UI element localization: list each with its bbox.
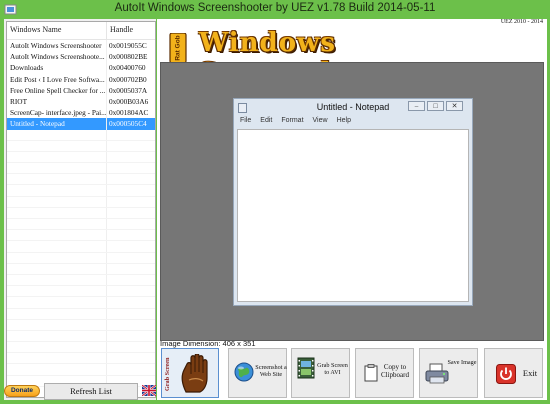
donate-button[interactable]: Donate (4, 385, 40, 397)
empty-list-row (7, 297, 155, 309)
refresh-list-button[interactable]: Refresh List (44, 383, 138, 400)
toolbar: Grab Screen Screenshot a Web Site Grab S… (161, 348, 545, 398)
notepad-menu-bar: File Edit Format View Help (237, 117, 469, 128)
empty-list-row (7, 140, 155, 152)
empty-list-row (7, 308, 155, 320)
empty-list-row (7, 274, 155, 287)
list-row-window-name: AutoIt Windows Screenshoote... (7, 51, 107, 63)
bottom-left-bar: Donate Refresh List (4, 382, 156, 400)
empty-list-row (7, 241, 155, 253)
copy-to-clipboard-button[interactable]: Copy to Clipboard (355, 348, 414, 398)
empty-list-row (7, 353, 155, 365)
empty-list-row (7, 319, 155, 331)
left-panel: Windows Name Handle AutoIt Windows Scree… (4, 19, 156, 400)
globe-icon (234, 362, 254, 382)
grab-screen-avi-button[interactable]: Grab Screen to AVI (291, 348, 350, 398)
film-strip-icon (297, 357, 315, 379)
list-row[interactable]: ScreenCap- interface.jpeg - Pai... 0x0018… (7, 107, 155, 119)
image-dimension: Image Dimension: 406 x 351 (160, 339, 256, 348)
image-dimension-label: Image Dimension: (160, 339, 221, 348)
list-row-window-name: Untitled - Notepad (7, 118, 107, 130)
empty-list-row (7, 230, 155, 242)
right-panel: UEZ 2010 - 2014 Rat Gob Windows Screensh… (157, 19, 547, 400)
logo-side-tag: Rat Gob (169, 33, 187, 63)
close-icon: ✕ (446, 101, 463, 111)
window-list[interactable]: Windows Name Handle AutoIt Windows Scree… (6, 21, 156, 398)
screenshot-website-button[interactable]: Screenshot a Web Site (228, 348, 287, 398)
app-window: AutoIt Windows Screenshooter by UEZ v1.7… (0, 0, 550, 404)
list-row-handle: 0x0005037A (109, 85, 148, 95)
window-title: AutoIt Windows Screenshooter by UEZ v1.7… (114, 2, 436, 14)
list-row-handle: 0x00400760 (109, 63, 146, 73)
empty-list-row (7, 129, 155, 141)
notepad-text-area (237, 129, 469, 302)
exit-label: Exit (522, 368, 538, 378)
list-row[interactable]: AutoIt Windows Screenshoote... 0x000802BE (7, 51, 155, 63)
list-row-window-name: Free Online Spell Checker for ... (7, 84, 107, 96)
list-row-handle: 0x0019055C (109, 41, 147, 50)
list-row-window-name: Edit Post ‹ I Love Free Softwa... (7, 73, 107, 85)
screenshot-preview[interactable]: Untitled - Notepad – □ ✕ File Edit Forma… (160, 62, 544, 341)
minimize-icon: – (408, 101, 425, 111)
list-row-handle: 0x000B03A6 (109, 96, 149, 106)
notepad-menu-item: File (240, 117, 252, 124)
list-row-handle: 0x000702B0 (109, 74, 147, 84)
printer-save-icon (425, 363, 449, 384)
empty-list-row (7, 207, 155, 219)
list-row-handle: 0x000505C4 (109, 119, 147, 129)
clipboard-icon (364, 364, 378, 382)
empty-list-row (7, 252, 155, 264)
empty-list-row (7, 174, 155, 186)
column-header-handle[interactable]: Handle (107, 22, 155, 39)
empty-list-row (7, 364, 155, 376)
empty-list-row (7, 219, 155, 231)
empty-list-row (7, 196, 155, 208)
list-row-handle: 0x001804AC (109, 108, 149, 118)
list-row-window-name: RIOT (7, 95, 107, 108)
notepad-menu-item: Edit (260, 117, 273, 124)
notepad-preview-window: Untitled - Notepad – □ ✕ File Edit Forma… (233, 98, 473, 306)
save-image-label: Save Image (447, 359, 477, 366)
notepad-title-bar: Untitled - Notepad – □ ✕ (234, 99, 472, 117)
grab-screen-label: Grab Screen (164, 357, 171, 391)
uk-flag-icon[interactable] (142, 385, 156, 396)
grab-screen-button[interactable]: Grab Screen (161, 348, 219, 398)
exit-button[interactable]: Exit (484, 348, 543, 398)
notepad-menu-item: Help (336, 117, 351, 124)
screenshot-website-label: Screenshot a Web Site (255, 364, 287, 378)
image-dimension-value: 406 x 351 (222, 339, 256, 348)
list-row[interactable]: Untitled - Notepad 0x000505C4 (7, 118, 155, 130)
empty-list-row (7, 151, 155, 164)
save-image-button[interactable]: Save Image (419, 348, 478, 398)
list-row[interactable]: Edit Post ‹ I Love Free Softwa... 0x00070… (7, 73, 155, 85)
list-row[interactable]: RIOT 0x000B03A6 (7, 95, 155, 108)
grab-hand-icon (181, 354, 208, 393)
column-header-name[interactable]: Windows Name (7, 22, 107, 39)
notepad-menu-item: Format (281, 117, 304, 124)
list-row-handle: 0x000802BE (109, 52, 148, 62)
empty-list-row (7, 286, 155, 298)
list-row-window-name: Downloads (7, 62, 107, 74)
list-row[interactable]: Free Online Spell Checker for ... 0x00050… (7, 84, 155, 96)
empty-list-row (7, 163, 155, 175)
list-row[interactable]: AutoIt Windows Screenshooter 0x0019055C (7, 40, 155, 52)
empty-list-row (7, 342, 155, 354)
list-row-window-name: ScreenCap- interface.jpeg - Pai... (7, 107, 107, 119)
empty-list-row (7, 263, 155, 275)
grab-screen-avi-label: Grab Screen to AVI (317, 362, 348, 376)
empty-list-row (7, 330, 155, 343)
notepad-menu-item: View (312, 117, 328, 124)
list-header: Windows Name Handle (7, 22, 155, 40)
empty-list-row (7, 185, 155, 197)
list-row[interactable]: Downloads 0x00400760 (7, 62, 155, 74)
title-bar[interactable]: AutoIt Windows Screenshooter by UEZ v1.7… (0, 0, 550, 19)
list-row-window-name: AutoIt Windows Screenshooter (7, 40, 107, 52)
copy-to-clipboard-label: Copy to Clipboard (381, 363, 409, 379)
power-icon (496, 364, 516, 384)
maximize-icon: □ (427, 101, 444, 111)
logo-side-text: Rat Gob (175, 35, 182, 60)
